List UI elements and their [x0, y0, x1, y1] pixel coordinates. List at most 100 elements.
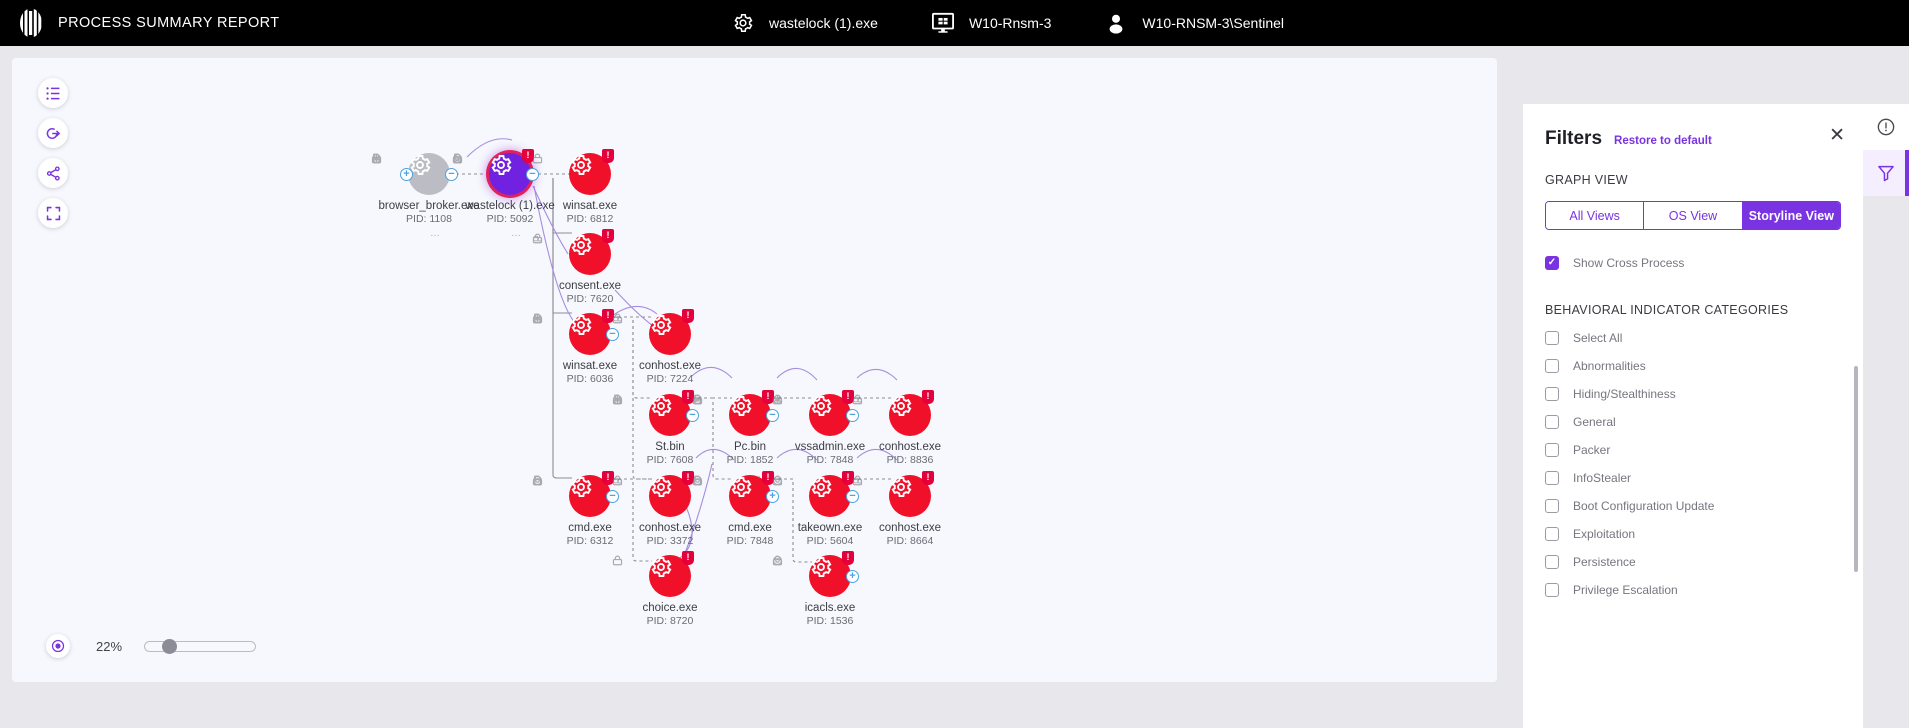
- right-icon-rail: [1863, 104, 1909, 728]
- gear-icon: [571, 155, 592, 175]
- process-node-conhost7224[interactable]: ! conhost.exe PID: 7224: [612, 309, 728, 388]
- category-checkbox[interactable]: [1545, 415, 1559, 429]
- node-pid: PID: 8664: [886, 535, 934, 547]
- category-label: Boot Configuration Update: [1573, 499, 1715, 513]
- page-title: PROCESS SUMMARY REPORT: [58, 15, 280, 31]
- category-checkbox[interactable]: [1545, 387, 1559, 401]
- node-pid: PID: 8836: [886, 454, 934, 466]
- topbar-context: wastelock (1).exe W10-Rnsm-3 W10-RNSM-3\…: [730, 0, 1284, 46]
- context-process-label: wastelock (1).exe: [769, 15, 878, 31]
- category-checkbox[interactable]: [1545, 331, 1559, 345]
- list-view-button[interactable]: [38, 78, 68, 108]
- show-cross-process-row[interactable]: Show Cross Process: [1545, 256, 1841, 270]
- node-bubble[interactable]: !: [649, 471, 694, 517]
- category-checkbox[interactable]: [1545, 443, 1559, 457]
- gear-icon: [730, 10, 756, 36]
- gear-icon: [571, 235, 592, 255]
- fullscreen-button[interactable]: [38, 198, 68, 228]
- category-checkbox[interactable]: [1545, 471, 1559, 485]
- category-row-packer[interactable]: Packer: [1545, 443, 1841, 457]
- view-option-all-views[interactable]: All Views: [1546, 202, 1645, 229]
- recenter-button[interactable]: [46, 634, 70, 658]
- gear-icon: [731, 477, 752, 497]
- process-node-winsat6812[interactable]: ! winsat.exe PID: 6812: [532, 149, 648, 228]
- show-cross-process-checkbox[interactable]: [1545, 256, 1559, 270]
- node-bubble[interactable]: ! −: [809, 471, 859, 517]
- reorient-button[interactable]: [38, 118, 68, 148]
- more-icon: …: [511, 228, 521, 239]
- more-icon: …: [430, 228, 440, 239]
- category-row-exploitation[interactable]: Exploitation: [1545, 527, 1841, 541]
- restore-to-default-link[interactable]: Restore to default: [1614, 135, 1712, 147]
- behavioral-indicator-categories-label: BEHAVIORAL INDICATOR CATEGORIES: [1545, 303, 1789, 317]
- filters-scrollbar[interactable]: [1854, 366, 1858, 572]
- view-option-storyline-view[interactable]: Storyline View: [1742, 202, 1840, 229]
- node-bubble[interactable]: + −: [400, 153, 458, 195]
- category-row-infostealer[interactable]: InfoStealer: [1545, 471, 1841, 485]
- node-bubble[interactable]: !: [569, 149, 614, 195]
- show-cross-process-label: Show Cross Process: [1573, 256, 1685, 270]
- node-pid: PID: 7224: [646, 373, 694, 385]
- sentinelone-logo-icon: [18, 8, 44, 38]
- node-process-name: conhost.exe: [638, 360, 701, 372]
- node-expand-left-button[interactable]: +: [400, 168, 413, 181]
- process-node-conhost8836[interactable]: ! conhost.exe PID: 8836: [852, 390, 968, 469]
- gear-icon: [811, 396, 832, 416]
- category-row-select-all[interactable]: Select All: [1545, 331, 1841, 345]
- process-node-consent[interactable]: ! consent.exe PID: 7620: [532, 229, 648, 308]
- category-checkbox[interactable]: [1545, 359, 1559, 373]
- zoom-control: 22%: [46, 634, 256, 658]
- category-checkbox[interactable]: [1545, 499, 1559, 513]
- node-bubble[interactable]: !: [889, 471, 934, 517]
- process-node-conhost8664[interactable]: ! conhost.exe PID: 8664: [852, 471, 968, 550]
- node-process-name: choice.exe: [642, 602, 698, 614]
- process-node-choice[interactable]: ! choice.exe PID: 8720: [612, 551, 728, 630]
- filters-title: Filters: [1545, 128, 1603, 149]
- context-user: W10-RNSM-3\Sentinel: [1103, 10, 1284, 36]
- node-bubble[interactable]: ! +: [729, 471, 779, 517]
- graph-toolbar: [38, 78, 68, 228]
- node-bubble[interactable]: ! −: [569, 309, 619, 355]
- process-graph-canvas[interactable]: 22% + − browser_broker.exe PID: 1108 … !…: [12, 58, 1497, 682]
- category-checkbox[interactable]: [1545, 583, 1559, 597]
- node-alert-badge: !: [922, 390, 934, 404]
- process-tree-graph[interactable]: + − browser_broker.exe PID: 1108 … ! − was…: [12, 58, 1497, 682]
- gear-icon: [651, 396, 672, 416]
- node-bubble[interactable]: !: [889, 390, 934, 436]
- graph-edges: [456, 138, 898, 563]
- filters-panel: Filters Restore to default ✕ GRAPH VIEW …: [1523, 104, 1863, 728]
- node-bubble[interactable]: !: [649, 551, 694, 597]
- close-icon[interactable]: ✕: [1829, 126, 1845, 145]
- filter-panel-button[interactable]: [1863, 150, 1909, 196]
- process-node-icacls[interactable]: ! + icacls.exe PID: 1536: [772, 551, 888, 630]
- node-bubble[interactable]: !: [649, 309, 694, 355]
- context-user-label: W10-RNSM-3\Sentinel: [1142, 15, 1285, 31]
- category-label: Privilege Escalation: [1573, 583, 1678, 597]
- filters-header: Filters Restore to default: [1545, 128, 1841, 150]
- category-row-general[interactable]: General: [1545, 415, 1841, 429]
- node-bubble[interactable]: !: [569, 229, 614, 275]
- share-button[interactable]: [38, 158, 68, 188]
- node-bubble[interactable]: ! −: [649, 390, 699, 436]
- user-icon: [1103, 10, 1129, 36]
- node-bubble[interactable]: ! +: [809, 551, 859, 597]
- node-bubble[interactable]: ! −: [489, 149, 539, 195]
- node-alert-badge: !: [602, 229, 614, 243]
- category-row-abnormalities[interactable]: Abnormalities: [1545, 359, 1841, 373]
- view-option-os-view[interactable]: OS View: [1644, 202, 1743, 229]
- category-row-persistence[interactable]: Persistence: [1545, 555, 1841, 569]
- zoom-slider-thumb[interactable]: [162, 638, 177, 654]
- gear-icon: [571, 315, 592, 335]
- zoom-slider[interactable]: [144, 638, 256, 654]
- node-bubble[interactable]: ! −: [809, 390, 859, 436]
- category-checkbox[interactable]: [1545, 527, 1559, 541]
- node-expand-right-button[interactable]: +: [846, 570, 859, 583]
- node-bubble[interactable]: ! −: [729, 390, 779, 436]
- node-bubble[interactable]: ! −: [569, 471, 619, 517]
- category-row-boot-configuration-update[interactable]: Boot Configuration Update: [1545, 499, 1841, 513]
- category-checkbox[interactable]: [1545, 555, 1559, 569]
- node-process-name: consent.exe: [558, 280, 621, 292]
- category-row-privilege-escalation[interactable]: Privilege Escalation: [1545, 583, 1841, 597]
- info-panel-button[interactable]: [1863, 104, 1909, 150]
- category-row-hiding-stealthiness[interactable]: Hiding/Stealthiness: [1545, 387, 1841, 401]
